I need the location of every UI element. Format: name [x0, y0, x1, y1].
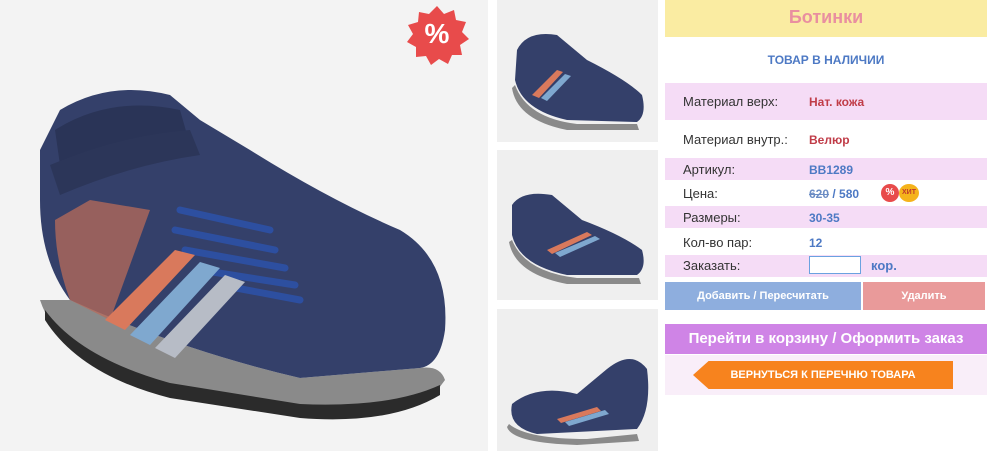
detail-value: Нат. кожа — [809, 95, 865, 109]
detail-label: Артикул: — [683, 162, 736, 177]
back-button-area: ВЕРНУТЬСЯ К ПЕРЕЧНЮ ТОВАРА — [665, 355, 987, 395]
price-value: 620 / 580 — [809, 187, 859, 201]
detail-value: BB1289 — [809, 163, 854, 177]
thumbnail-3[interactable] — [497, 309, 658, 451]
detail-value: Велюр — [809, 133, 850, 147]
detail-row-order: Заказать: кор. — [665, 255, 987, 277]
price-new: 580 — [839, 187, 860, 201]
detail-row-material-top: Материал верх: Нат. кожа — [665, 83, 987, 120]
sale-icon: % — [881, 184, 899, 202]
detail-row-price: Цена: 620 / 580 % ХИТ — [665, 182, 987, 204]
main-product-image[interactable]: % — [0, 0, 488, 451]
detail-row-material-inner: Материал внутр.: Велюр — [665, 122, 987, 155]
add-recalculate-button[interactable]: Добавить / Пересчитать — [665, 282, 861, 310]
price-old: 620 — [809, 187, 830, 201]
pairs-value: 12 — [809, 236, 823, 250]
price-label: Цена: — [683, 186, 718, 201]
order-unit: кор. — [871, 258, 897, 273]
pairs-label: Кол-во пар: — [683, 235, 753, 250]
detail-label: Материал внутр.: — [683, 132, 788, 147]
order-quantity-input[interactable] — [809, 256, 861, 274]
sale-badge-label: % — [424, 18, 450, 49]
delete-button[interactable]: Удалить — [863, 282, 985, 310]
product-title: Ботинки — [665, 0, 987, 37]
stock-status: ТОВАР В НАЛИЧИИ — [767, 53, 885, 67]
thumbnail-2[interactable] — [497, 150, 658, 300]
order-label: Заказать: — [683, 258, 741, 273]
sizes-value: 30-35 — [809, 211, 840, 225]
back-to-list-button[interactable]: ВЕРНУТЬСЯ К ПЕРЕЧНЮ ТОВАРА — [693, 361, 953, 389]
price-badges: % ХИТ — [881, 184, 921, 202]
price-separator: / — [829, 187, 840, 201]
thumbnail-1[interactable] — [497, 0, 658, 142]
product-info-panel: Ботинки ТОВАР В НАЛИЧИИ Материал верх: Н… — [665, 0, 987, 451]
detail-row-article: Артикул: BB1289 — [665, 158, 987, 180]
sizes-label: Размеры: — [683, 210, 741, 225]
detail-label: Материал верх: — [683, 94, 779, 109]
go-to-cart-button[interactable]: Перейти в корзину / Оформить заказ — [665, 324, 987, 354]
product-page: % Ботинки ТОВАР В НАЛИЧИИ Материал верх:… — [0, 0, 989, 451]
detail-row-sizes: Размеры: 30-35 — [665, 206, 987, 228]
detail-row-pairs: Кол-во пар: 12 — [665, 231, 987, 253]
hit-icon: ХИТ — [899, 184, 919, 202]
